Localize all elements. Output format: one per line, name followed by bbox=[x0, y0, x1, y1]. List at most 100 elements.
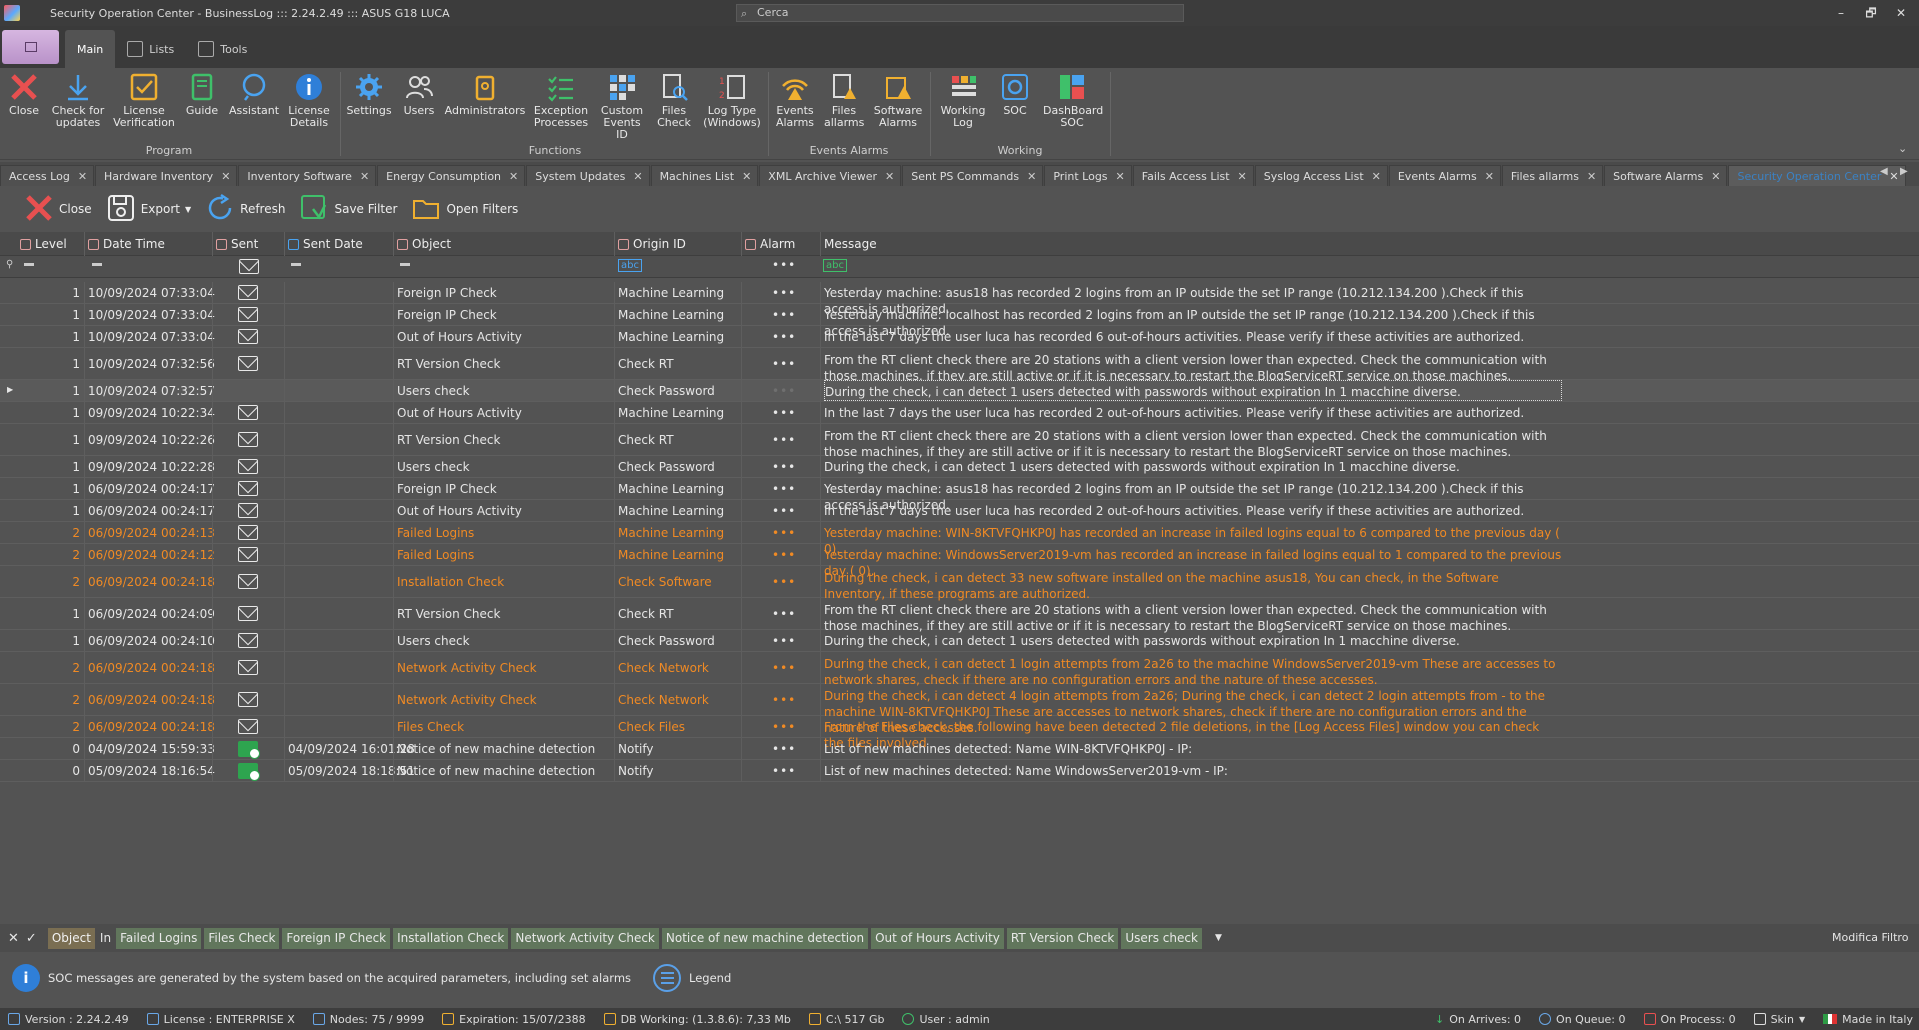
table-row[interactable]: 1 10/09/2024 07:33:04 Foreign IP Check Mach… bbox=[0, 304, 1919, 338]
doc-tab[interactable]: XML Archive Viewer ✕ bbox=[759, 165, 902, 186]
doc-tab-close-icon[interactable]: ✕ bbox=[1889, 170, 1898, 183]
column-divider[interactable] bbox=[614, 232, 615, 256]
envelope-icon[interactable] bbox=[238, 432, 258, 447]
column-header[interactable]: Origin ID bbox=[614, 232, 741, 256]
envelope-icon[interactable] bbox=[238, 633, 258, 648]
search-input[interactable]: ⌕ Cerca bbox=[736, 4, 1184, 22]
filter-condition-icon[interactable] bbox=[400, 263, 410, 266]
doc-tab-close-icon[interactable]: ✕ bbox=[78, 170, 87, 183]
files-allarms-button[interactable]: Files allarms bbox=[822, 70, 866, 129]
collapse-ribbon-icon[interactable]: ⌄ bbox=[1898, 142, 1907, 155]
guide-button[interactable]: Guide bbox=[180, 70, 224, 117]
doc-tab[interactable]: Inventory Software ✕ bbox=[238, 165, 377, 186]
column-header[interactable]: Message bbox=[820, 232, 1919, 256]
doc-tab[interactable]: Print Logs ✕ bbox=[1044, 165, 1132, 186]
settings-button[interactable]: Settings bbox=[346, 70, 392, 117]
filter-operator[interactable]: In bbox=[100, 931, 111, 945]
doc-tab-close-icon[interactable]: ✕ bbox=[742, 170, 751, 183]
enable-filter-icon[interactable]: ✓ bbox=[26, 931, 37, 946]
skin-menu[interactable]: Skin ▼ bbox=[1753, 1013, 1805, 1026]
envelope-icon[interactable] bbox=[239, 259, 259, 274]
table-row[interactable]: 0 05/09/2024 18:16:54 05/09/2024 18:18:51 N… bbox=[0, 760, 1919, 782]
table-row[interactable]: 1 10/09/2024 07:33:04 Out of Hours Activit… bbox=[0, 326, 1919, 348]
filter-condition-icon[interactable] bbox=[24, 263, 34, 266]
doc-tab-close-icon[interactable]: ✕ bbox=[360, 170, 369, 183]
doc-tab[interactable]: System Updates ✕ bbox=[526, 165, 650, 186]
envelope-icon[interactable] bbox=[238, 574, 258, 589]
doc-tab[interactable]: Files allarms ✕ bbox=[1501, 165, 1604, 186]
column-divider[interactable] bbox=[84, 232, 85, 256]
refresh-button[interactable]: Refresh bbox=[205, 193, 285, 226]
toolbar-close-button[interactable]: Close bbox=[24, 193, 92, 226]
envelope-icon[interactable] bbox=[238, 405, 258, 420]
doc-tab-close-icon[interactable]: ✕ bbox=[1238, 170, 1247, 183]
envelope-icon[interactable] bbox=[238, 285, 258, 300]
legend-button[interactable]: Legend bbox=[689, 971, 731, 985]
tab-scroll-left-icon[interactable]: ◀ bbox=[1880, 166, 1888, 177]
close-window-button[interactable]: ✕ bbox=[1889, 3, 1913, 23]
users-button[interactable]: Users bbox=[398, 70, 440, 117]
doc-tab[interactable]: Fails Access List ✕ bbox=[1132, 165, 1254, 186]
events-alarms-button[interactable]: Events Alarms bbox=[772, 70, 818, 129]
doc-tab-close-icon[interactable]: ✕ bbox=[1711, 170, 1720, 183]
table-row[interactable]: 1 10/09/2024 07:33:04 Foreign IP Check Mach… bbox=[0, 282, 1919, 316]
column-header[interactable]: Date Time bbox=[84, 232, 212, 256]
envelope-icon[interactable] bbox=[238, 547, 258, 562]
filter-value-chip[interactable]: Users check bbox=[1121, 927, 1202, 949]
text-filter-icon[interactable]: abc bbox=[618, 259, 642, 272]
edit-filter-link[interactable]: Modifica Filtro bbox=[1832, 931, 1908, 944]
doc-tab[interactable]: Hardware Inventory ✕ bbox=[95, 165, 238, 186]
license-verification-button[interactable]: License Verification bbox=[112, 70, 176, 129]
software-alarms-button[interactable]: Software Alarms bbox=[870, 70, 926, 129]
column-divider[interactable] bbox=[820, 232, 821, 256]
license-details-button[interactable]: License Details bbox=[284, 70, 334, 129]
table-row[interactable]: 2 06/09/2024 00:24:18 Files Check Check Fil… bbox=[0, 716, 1919, 750]
assistant-button[interactable]: Assistant bbox=[226, 70, 282, 117]
doc-tab-close-icon[interactable]: ✕ bbox=[1587, 170, 1596, 183]
doc-tab[interactable]: Machines List ✕ bbox=[650, 165, 759, 186]
legend-icon[interactable] bbox=[653, 964, 682, 992]
envelope-icon[interactable] bbox=[238, 503, 258, 518]
administrators-button[interactable]: Administrators bbox=[445, 70, 525, 117]
clear-filter-icon[interactable]: ✕ bbox=[8, 931, 19, 946]
filter-field[interactable]: Object bbox=[47, 927, 95, 949]
table-row[interactable]: ▶ 1 10/09/2024 07:32:57 Users check Check Pa… bbox=[0, 380, 1919, 402]
envelope-icon[interactable] bbox=[238, 459, 258, 474]
files-check-button[interactable]: Files Check bbox=[652, 70, 696, 129]
column-divider[interactable] bbox=[393, 232, 394, 256]
save-filter-button[interactable]: Save Filter bbox=[299, 193, 397, 226]
check-updates-button[interactable]: Check for updates bbox=[48, 70, 108, 129]
filter-condition-icon[interactable] bbox=[291, 263, 301, 266]
table-row[interactable]: 1 06/09/2024 00:24:17 Out of Hours Activit… bbox=[0, 500, 1919, 522]
envelope-icon[interactable] bbox=[238, 606, 258, 621]
filter-condition-icon[interactable] bbox=[92, 263, 102, 266]
doc-tab[interactable]: Events Alarms ✕ bbox=[1388, 165, 1501, 186]
table-row[interactable]: 1 06/09/2024 00:24:09 RT Version Check Chec… bbox=[0, 598, 1919, 633]
table-row[interactable]: 1 10/09/2024 07:32:56 RT Version Check Chec… bbox=[0, 348, 1919, 383]
sent-envelope-icon[interactable] bbox=[238, 762, 260, 781]
doc-tab[interactable]: Access Log ✕ bbox=[0, 165, 95, 186]
doc-tab-close-icon[interactable]: ✕ bbox=[885, 170, 894, 183]
doc-tab-close-icon[interactable]: ✕ bbox=[1372, 170, 1381, 183]
column-header[interactable]: Sent Date bbox=[284, 232, 393, 256]
table-row[interactable]: 2 06/09/2024 00:24:18 Installation Check Ch… bbox=[0, 566, 1919, 601]
doc-tab-close-icon[interactable]: ✕ bbox=[221, 170, 230, 183]
text-filter-icon[interactable]: abc bbox=[823, 259, 847, 272]
alarm-filter-icon[interactable]: ••• bbox=[772, 258, 796, 272]
table-row[interactable]: 1 09/09/2024 10:22:34 Out of Hours Activit… bbox=[0, 402, 1919, 424]
filter-dropdown-icon[interactable]: ▼ bbox=[1215, 933, 1222, 943]
filter-value-chip[interactable]: Out of Hours Activity bbox=[871, 927, 1004, 949]
doc-tab-close-icon[interactable]: ✕ bbox=[1027, 170, 1036, 183]
filter-value-chip[interactable]: Failed Logins bbox=[116, 927, 202, 949]
table-row[interactable]: 2 06/09/2024 00:24:18 Network Activity Che… bbox=[0, 652, 1919, 687]
envelope-icon[interactable] bbox=[238, 719, 258, 734]
tab-lists[interactable]: Lists bbox=[115, 30, 186, 68]
column-divider[interactable] bbox=[284, 232, 285, 256]
pin-icon[interactable]: ⚲ bbox=[6, 259, 13, 270]
doc-tab-close-icon[interactable]: ✕ bbox=[1485, 170, 1494, 183]
table-row[interactable]: 0 04/09/2024 15:59:33 04/09/2024 16:01:28 N… bbox=[0, 738, 1919, 760]
table-row[interactable]: 2 06/09/2024 00:24:12 Failed Logins Machine… bbox=[0, 544, 1919, 578]
doc-tab[interactable]: Sent PS Commands ✕ bbox=[902, 165, 1044, 186]
doc-tab[interactable]: Syslog Access List ✕ bbox=[1254, 165, 1388, 186]
doc-tab[interactable]: Energy Consumption ✕ bbox=[377, 165, 526, 186]
